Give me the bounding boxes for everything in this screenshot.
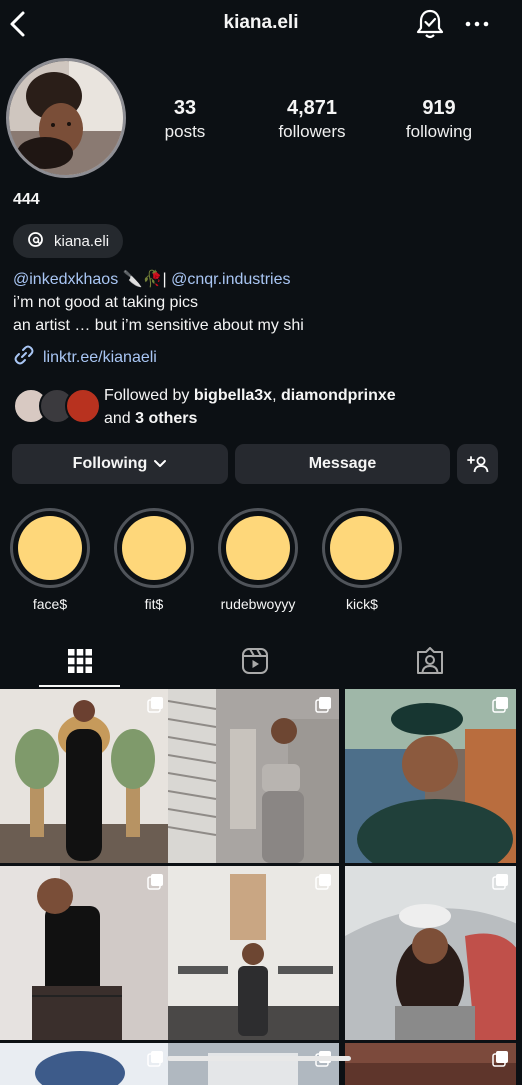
threads-icon bbox=[27, 231, 44, 252]
profile-link[interactable]: linktr.ee/kianaeli bbox=[13, 344, 157, 371]
profile-bio: @inkedxkhaos 🔪🥀| @cnqr.industries i’m no… bbox=[13, 268, 304, 337]
tab-tagged[interactable] bbox=[370, 640, 490, 686]
and-text: and bbox=[104, 410, 136, 427]
stat-following[interactable]: 919 following bbox=[379, 96, 499, 144]
link-icon bbox=[13, 344, 35, 371]
tab-posts-grid[interactable] bbox=[20, 640, 140, 686]
following-label: following bbox=[405, 122, 473, 141]
multiple-posts-icon bbox=[492, 1051, 508, 1067]
top-bar: kiana.eli bbox=[0, 0, 522, 50]
post-thumbnail[interactable] bbox=[168, 689, 339, 863]
post-thumbnail[interactable] bbox=[168, 1043, 339, 1085]
chevron-down-icon bbox=[153, 459, 167, 469]
highlight-fit[interactable]: fit$ bbox=[113, 508, 195, 612]
more-options-icon[interactable] bbox=[463, 12, 491, 36]
add-person-icon bbox=[466, 455, 489, 473]
bio-mention-cnqr[interactable]: @cnqr.industries bbox=[171, 271, 290, 288]
message-button-label: Message bbox=[308, 455, 377, 472]
following-count: 919 bbox=[422, 97, 456, 119]
highlight-cover bbox=[226, 516, 290, 580]
multiple-posts-icon bbox=[315, 697, 331, 713]
bio-line-3: an artist … but i’m sensitive about my s… bbox=[13, 317, 304, 334]
post-thumbnail[interactable] bbox=[0, 866, 171, 1040]
bio-line-2: i’m not good at taking pics bbox=[13, 294, 198, 311]
highlight-cover bbox=[18, 516, 82, 580]
highlight-cover bbox=[330, 516, 394, 580]
suggest-users-button[interactable] bbox=[457, 444, 498, 484]
message-button[interactable]: Message bbox=[235, 444, 450, 484]
profile-avatar[interactable] bbox=[6, 58, 126, 178]
post-thumbnail[interactable] bbox=[168, 866, 339, 1040]
grid-icon bbox=[67, 648, 93, 679]
highlight-ring bbox=[322, 508, 402, 588]
highlight-cover bbox=[122, 516, 186, 580]
multiple-posts-icon bbox=[492, 697, 508, 713]
highlight-label: kick$ bbox=[346, 596, 378, 612]
home-indicator[interactable] bbox=[167, 1056, 351, 1061]
highlight-ring bbox=[114, 508, 194, 588]
highlight-ring bbox=[10, 508, 90, 588]
highlight-face[interactable]: face$ bbox=[9, 508, 91, 612]
multiple-posts-icon bbox=[315, 874, 331, 890]
active-tab-indicator bbox=[39, 685, 120, 687]
post-thumbnail[interactable] bbox=[0, 1043, 171, 1085]
multiple-posts-icon bbox=[147, 1051, 163, 1067]
highlight-rudebwoyyy[interactable]: rudebwoyyy bbox=[217, 508, 299, 612]
posts-count: 33 bbox=[173, 97, 197, 119]
separator: , bbox=[272, 387, 281, 404]
stat-posts[interactable]: 33 posts bbox=[125, 96, 245, 144]
highlight-label: rudebwoyyy bbox=[220, 596, 296, 612]
highlight-ring bbox=[218, 508, 298, 588]
highlight-label: face$ bbox=[32, 596, 68, 612]
highlight-label: fit$ bbox=[144, 596, 164, 612]
followed-by-text[interactable]: Followed by bigbella3x, diamondprinxe an… bbox=[104, 384, 396, 430]
mutual-user-1: bigbella3x bbox=[193, 387, 273, 404]
multiple-posts-icon bbox=[492, 874, 508, 890]
stat-followers[interactable]: 4,871 followers bbox=[252, 96, 372, 144]
post-thumbnail[interactable] bbox=[0, 689, 171, 863]
profile-tabs bbox=[0, 640, 522, 688]
others-count: 3 others bbox=[135, 410, 198, 427]
post-thumbnail[interactable] bbox=[345, 1043, 516, 1085]
bio-emoji-divider: 🔪🥀| bbox=[118, 271, 172, 288]
display-name: 444 bbox=[13, 191, 40, 208]
posts-label: posts bbox=[164, 122, 206, 141]
tagged-person-icon bbox=[416, 646, 444, 680]
followed-by-prefix: Followed by bbox=[104, 387, 194, 404]
post-thumbnail[interactable] bbox=[345, 866, 516, 1040]
reels-icon bbox=[241, 647, 269, 680]
threads-handle: kiana.eli bbox=[54, 232, 110, 250]
multiple-posts-icon bbox=[147, 697, 163, 713]
followers-count: 4,871 bbox=[286, 97, 338, 119]
bell-check-icon[interactable] bbox=[416, 8, 444, 40]
profile-link-text: linktr.ee/kianaeli bbox=[43, 348, 157, 366]
mutual-avatar bbox=[65, 388, 101, 424]
following-button-label: Following bbox=[72, 455, 148, 472]
threads-badge[interactable]: kiana.eli bbox=[13, 224, 123, 258]
followers-label: followers bbox=[278, 122, 346, 141]
multiple-posts-icon bbox=[147, 874, 163, 890]
following-button[interactable]: Following bbox=[12, 444, 228, 484]
highlight-kicks[interactable]: kick$ bbox=[321, 508, 403, 612]
tab-reels[interactable] bbox=[195, 640, 315, 686]
mutual-user-2: diamondprinxe bbox=[280, 387, 396, 404]
post-thumbnail[interactable] bbox=[345, 689, 516, 863]
bio-mention-inkedxkhaos[interactable]: @inkedxkhaos bbox=[13, 271, 118, 288]
